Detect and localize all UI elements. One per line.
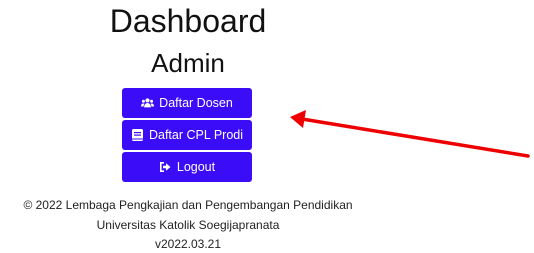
logout-label: Logout [176,160,216,174]
daftar-dosen-label: Daftar Dosen [159,96,233,110]
daftar-cpl-prodi-label: Daftar CPL Prodi [148,128,244,142]
book-icon [131,129,144,142]
sign-out-icon [159,161,172,174]
footer-university: Universitas Katolik Soegijapranata [96,218,280,232]
logout-button[interactable]: Logout [122,152,252,182]
page-title: Dashboard [109,3,267,39]
daftar-dosen-button[interactable]: Daftar Dosen [122,88,252,118]
dashboard-page: Dashboard Admin Daftar Dosen Daftar CPL … [0,0,376,253]
daftar-cpl-prodi-button[interactable]: Daftar CPL Prodi [122,120,252,150]
page-subtitle: Admin [151,48,225,78]
users-icon [141,97,155,110]
footer-copyright: © 2022 Lembaga Pengkajian dan Pengembang… [23,198,353,212]
footer-version: v2022.03.21 [154,237,222,251]
